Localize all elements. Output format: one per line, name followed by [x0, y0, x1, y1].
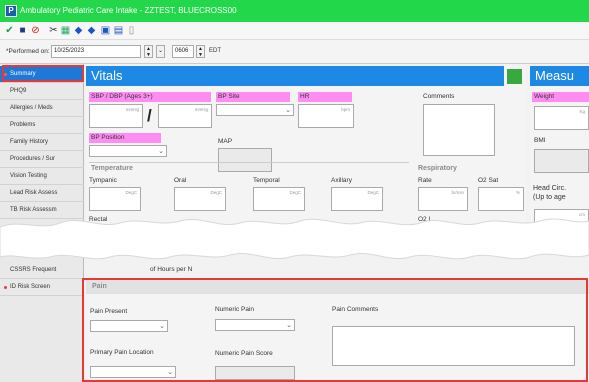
save-icon[interactable]: ■ — [17, 25, 28, 36]
performed-on-row: *Performed on: 10/25/2023 ▲ ▼ ⌄ 0606 ▲ ▼ E… — [0, 40, 589, 64]
date-spinner[interactable]: ▲ ▼ — [144, 45, 153, 58]
nav-item-id-risk-screen[interactable]: ID Risk Screen — [0, 279, 84, 296]
performed-time-field[interactable]: 0606 — [172, 45, 194, 58]
nav-item-family-history[interactable]: Family History — [0, 134, 84, 151]
hr-input[interactable]: bpm — [298, 104, 354, 128]
rate-label: Rate — [418, 177, 432, 184]
nav-item-phq9[interactable]: PHQ9 — [0, 83, 84, 100]
measurements-header: Measu — [530, 66, 589, 86]
map-value-field — [218, 148, 272, 172]
temperature-divider — [89, 162, 409, 163]
chart-icon[interactable]: ▤ — [113, 25, 124, 36]
bp-site-dropdown[interactable]: ⌄ — [216, 104, 294, 116]
bmi-label: BMI — [534, 137, 546, 144]
bp-site-label: BP Site — [216, 92, 290, 102]
summary-highlight — [2, 65, 84, 82]
measurements-panel: Measu Weight Kg BMI Head Circ. (Up to ag… — [530, 66, 589, 229]
nav-item-vision-testing[interactable]: Vision Testing — [0, 168, 84, 185]
down-arrow-icon[interactable]: ◆ — [86, 25, 97, 36]
toolbar: ✔ ■ ⊘ ✂ ▦ ◆ ◆ ▣ ▤ ▯ — [0, 22, 589, 40]
vitals-status-icon — [507, 69, 522, 84]
temporal-label: Temporal — [253, 177, 280, 184]
bp-label: SBP / DBP (Ages 3+) — [89, 92, 211, 102]
chevron-down-icon: ⌄ — [158, 148, 164, 155]
grid-icon[interactable]: ▦ — [60, 25, 71, 36]
bp-position-dropdown[interactable]: ⌄ — [89, 145, 167, 157]
torn-edge-separator — [0, 218, 589, 260]
axillary-label: Axillary — [331, 177, 352, 184]
cancel-icon[interactable]: ⊘ — [30, 25, 41, 36]
diastolic-input[interactable]: mmHg — [158, 104, 212, 128]
hours-per-label: of Hours per N — [150, 266, 193, 273]
weight-label: Weight — [532, 92, 589, 102]
nav-item-procedures[interactable]: Procedures / Sur — [0, 151, 84, 168]
timezone-label: EDT — [209, 48, 221, 54]
chevron-down-icon: ⌄ — [285, 107, 291, 114]
nav-item-allergies-meds[interactable]: Allergies / Meds — [0, 100, 84, 117]
date-dropdown-chevron-icon[interactable]: ⌄ — [156, 45, 165, 58]
comments-label: Comments — [423, 93, 455, 100]
document-icon[interactable]: ▯ — [126, 25, 137, 36]
nav-item-problems[interactable]: Problems — [0, 117, 84, 134]
vitals-header: Vitals — [86, 66, 504, 86]
required-dot-icon — [4, 286, 7, 289]
form-icon[interactable]: ▣ — [100, 25, 111, 36]
temperature-section-title: Temperature — [91, 165, 133, 172]
pain-section-highlight — [82, 278, 588, 382]
title-bar: P Ambulatory Pediatric Care Intake - ZZT… — [0, 0, 589, 22]
up-arrow-icon[interactable]: ◆ — [73, 25, 84, 36]
nav-item-lead-risk[interactable]: Lead Risk Assess — [0, 185, 84, 202]
oral-label: Oral — [174, 177, 187, 184]
head-circ-label: Head Circ. — [533, 185, 567, 192]
head-circ-sublabel: (Up to age — [533, 194, 566, 201]
respiratory-section-title: Respiratory — [418, 165, 457, 172]
app-window: P Ambulatory Pediatric Care Intake - ZZT… — [0, 0, 589, 382]
checkmark-icon[interactable]: ✔ — [4, 25, 15, 36]
bp-position-label: BP Position — [89, 133, 161, 143]
o2-sat-label: O2 Sat — [478, 177, 499, 184]
performed-date-field[interactable]: 10/25/2023 — [51, 45, 141, 58]
time-spinner[interactable]: ▲ ▼ — [196, 45, 205, 58]
bp-slash: / — [147, 106, 152, 125]
weight-input[interactable]: Kg — [534, 106, 589, 130]
comments-textarea[interactable] — [423, 104, 495, 156]
bmi-value-field — [534, 149, 589, 173]
tools-icon[interactable]: ✂ — [48, 25, 59, 36]
window-title: Ambulatory Pediatric Care Intake - ZZTES… — [20, 6, 237, 15]
app-logo-icon: P — [5, 5, 17, 17]
hr-label: HR — [298, 92, 352, 102]
systolic-input[interactable]: mmHg — [89, 104, 143, 128]
tympanic-label: Tympanic — [89, 177, 117, 184]
map-label: MAP — [218, 138, 233, 145]
vitals-panel: Vitals SBP / DBP (Ages 3+) mmHg / mmHg B… — [86, 66, 526, 226]
performed-on-label: *Performed on: — [6, 48, 50, 55]
